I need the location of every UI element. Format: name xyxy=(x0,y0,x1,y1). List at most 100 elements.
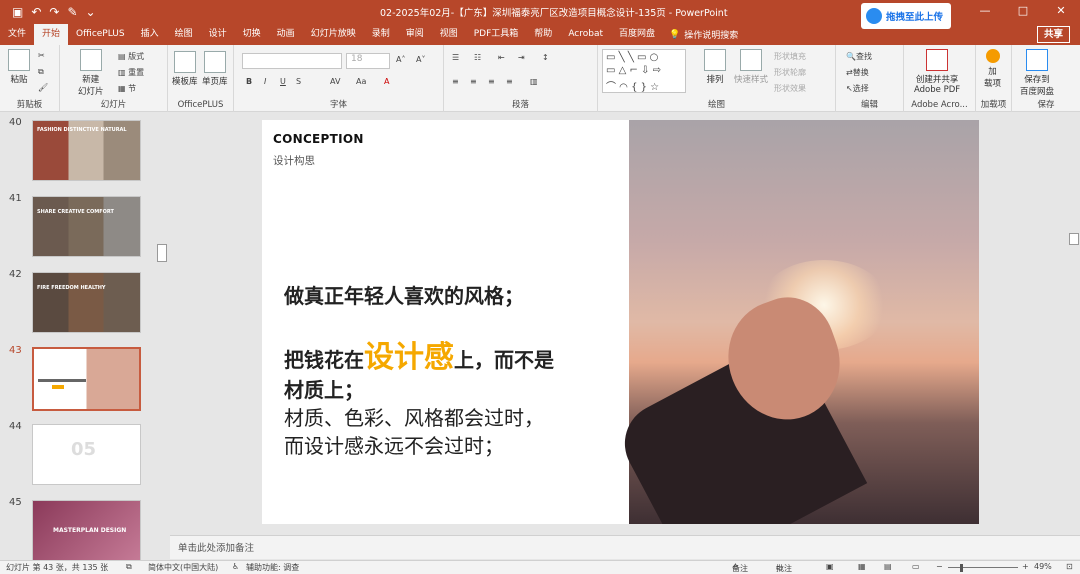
zoom-in-icon[interactable]: + xyxy=(1022,562,1029,571)
slide-canvas[interactable]: CONCEPTION 设计构思 做真正年轻人喜欢的风格； 把钱花在设计感上，而不… xyxy=(262,120,979,524)
tell-me-search[interactable]: 💡 操作说明搜索 xyxy=(663,28,738,42)
zoom-slider[interactable] xyxy=(948,567,1018,568)
tab-baidu[interactable]: 百度网盘 xyxy=(611,24,663,45)
fit-slide-icon[interactable]: ⊡ xyxy=(1066,562,1073,571)
arrange-button[interactable]: 排列 xyxy=(704,49,726,85)
quick-styles-button[interactable]: 快速样式 xyxy=(734,49,768,85)
reading-view-icon[interactable]: ▤ xyxy=(884,562,892,571)
font-size-box[interactable]: 18 xyxy=(346,53,390,69)
font-color-button[interactable]: A xyxy=(384,77,389,86)
line-spacing-icon[interactable]: ↕ xyxy=(542,53,549,62)
normal-view-icon[interactable]: ▣ xyxy=(826,562,834,571)
slide-line-5[interactable]: 而设计感永远不会过时； xyxy=(284,430,504,459)
italic-button[interactable]: I xyxy=(264,77,266,86)
slide-subheading[interactable]: 设计构思 xyxy=(273,153,315,168)
bold-button[interactable]: B xyxy=(246,77,252,86)
columns-icon[interactable]: ▥ xyxy=(530,77,538,86)
baidu-upload-button[interactable]: 拖拽至此上传 xyxy=(861,3,951,29)
notes-pane[interactable]: 单击此处添加备注 xyxy=(170,535,1080,559)
numbering-icon[interactable]: ☷ xyxy=(474,53,481,62)
format-painter-qa-icon[interactable]: ✎ xyxy=(67,6,77,18)
find-button[interactable]: 🔍查找 xyxy=(846,51,872,62)
align-center-icon[interactable]: ≡ xyxy=(470,77,477,86)
zoom-slider-handle[interactable] xyxy=(960,564,963,572)
slide-sorter-icon[interactable]: ▦ xyxy=(858,562,866,571)
replace-button[interactable]: ⇄替换 xyxy=(846,67,869,78)
tab-acrobat[interactable]: Acrobat xyxy=(560,24,611,45)
font-name-box[interactable] xyxy=(242,53,342,69)
save-icon[interactable]: ▣ xyxy=(12,6,23,18)
shape-outline-button[interactable]: 形状轮廓 xyxy=(774,67,806,78)
underline-button[interactable]: U xyxy=(280,77,286,86)
decrease-indent-icon[interactable]: ⇤ xyxy=(498,53,505,62)
template-library-button[interactable]: 模板库 xyxy=(172,51,198,87)
shape-fill-button[interactable]: 形状填充 xyxy=(774,51,806,62)
align-left-icon[interactable]: ≡ xyxy=(452,77,459,86)
shape-effect-button[interactable]: 形状效果 xyxy=(774,83,806,94)
change-case-button[interactable]: Aa xyxy=(356,77,366,86)
tab-home[interactable]: 开始 xyxy=(34,24,69,45)
create-pdf-button[interactable]: 创建并共享 Adobe PDF xyxy=(914,49,960,95)
slide-thumbnail-43[interactable] xyxy=(32,347,141,411)
minimize-button[interactable]: — xyxy=(966,0,1004,24)
slide-scroll-thumb[interactable] xyxy=(1069,233,1079,245)
tab-slideshow[interactable]: 幻灯片放映 xyxy=(303,24,364,45)
section-button[interactable]: ▦ 节 xyxy=(118,83,136,94)
shrink-font-icon[interactable]: A˅ xyxy=(416,55,425,64)
increase-indent-icon[interactable]: ⇥ xyxy=(518,53,525,62)
shapes-gallery[interactable]: ▭ ╲ ╲ ▭ ○ ▭ △ ⌐ ⇩ ⇨ ⌒ ◠ { } ☆ xyxy=(602,49,686,93)
slide-line-4[interactable]: 材质、色彩、风格都会过时， xyxy=(284,402,544,431)
cut-icon[interactable]: ✂ xyxy=(38,51,45,60)
tab-officeplus[interactable]: OfficePLUS xyxy=(68,24,133,45)
tab-review[interactable]: 审阅 xyxy=(398,24,432,45)
slide-scrollbar[interactable] xyxy=(1068,112,1080,534)
copy-icon[interactable]: ⧉ xyxy=(38,67,44,77)
redo-icon[interactable]: ↷ xyxy=(49,6,59,18)
slide-line-3[interactable]: 材质上； xyxy=(284,374,364,403)
slide-line-2[interactable]: 把钱花在设计感上，而不是 xyxy=(284,332,554,376)
new-slide-button[interactable]: 新建 幻灯片 xyxy=(78,49,104,97)
tab-view[interactable]: 视图 xyxy=(432,24,466,45)
sunset-hand-photo[interactable] xyxy=(610,120,979,524)
bullets-icon[interactable]: ☰ xyxy=(452,53,459,62)
slide-thumbnail-40[interactable]: FASHION DISTINCTIVE NATURAL xyxy=(32,120,141,181)
save-to-baidu-button[interactable]: 保存到 百度网盘 xyxy=(1020,49,1054,97)
grow-font-icon[interactable]: A˄ xyxy=(396,55,405,64)
tab-transitions[interactable]: 切换 xyxy=(235,24,269,45)
align-right-icon[interactable]: ≡ xyxy=(488,77,495,86)
tab-design[interactable]: 设计 xyxy=(201,24,235,45)
tab-help[interactable]: 帮助 xyxy=(526,24,560,45)
share-button[interactable]: 共享 xyxy=(1036,26,1070,43)
addins-button[interactable]: 加 载项 xyxy=(984,49,1001,89)
restore-button[interactable]: □ xyxy=(1004,0,1042,24)
reset-button[interactable]: ▥ 重置 xyxy=(118,67,144,78)
format-painter-icon[interactable]: 🖌 xyxy=(38,83,48,92)
tab-insert[interactable]: 插入 xyxy=(133,24,167,45)
language-status[interactable]: 简体中文(中国大陆) xyxy=(148,562,218,573)
char-spacing-button[interactable]: AV xyxy=(330,77,340,86)
shadow-button[interactable]: S xyxy=(296,77,301,86)
slide-thumbnail-41[interactable]: SHARE CREATIVE COMFORT xyxy=(32,196,141,257)
paste-button[interactable]: 粘贴 xyxy=(8,49,30,85)
slide-heading[interactable]: CONCEPTION xyxy=(273,132,364,146)
spelling-icon[interactable]: ⧉ xyxy=(126,562,132,572)
slide-line-1[interactable]: 做真正年轻人喜欢的风格； xyxy=(284,280,524,309)
tab-record[interactable]: 录制 xyxy=(364,24,398,45)
close-button[interactable]: ✕ xyxy=(1042,0,1080,24)
slide-thumbnail-42[interactable]: FIRE FREEDOM HEALTHY xyxy=(32,272,141,333)
tab-file[interactable]: 文件 xyxy=(0,24,34,45)
tab-draw[interactable]: 绘图 xyxy=(167,24,201,45)
layout-button[interactable]: ▤ 版式 xyxy=(118,51,144,62)
slide-thumbnail-44[interactable]: 05 xyxy=(32,424,141,485)
tab-pdf-toolbox[interactable]: PDF工具箱 xyxy=(466,24,527,45)
slide-thumbnail-45[interactable]: MASTERPLAN DESIGN xyxy=(32,500,141,561)
accessibility-status[interactable]: 辅助功能: 调查 xyxy=(246,562,299,573)
slideshow-icon[interactable]: ▭ xyxy=(912,562,920,571)
justify-icon[interactable]: ≡ xyxy=(506,77,513,86)
single-page-library-button[interactable]: 单页库 xyxy=(202,51,228,87)
tab-animations[interactable]: 动画 xyxy=(269,24,303,45)
more-qa-icon[interactable]: ⌄ xyxy=(86,6,96,18)
undo-icon[interactable]: ↶ xyxy=(31,6,41,18)
zoom-out-icon[interactable]: − xyxy=(936,562,943,571)
zoom-level[interactable]: 49% xyxy=(1034,562,1052,571)
